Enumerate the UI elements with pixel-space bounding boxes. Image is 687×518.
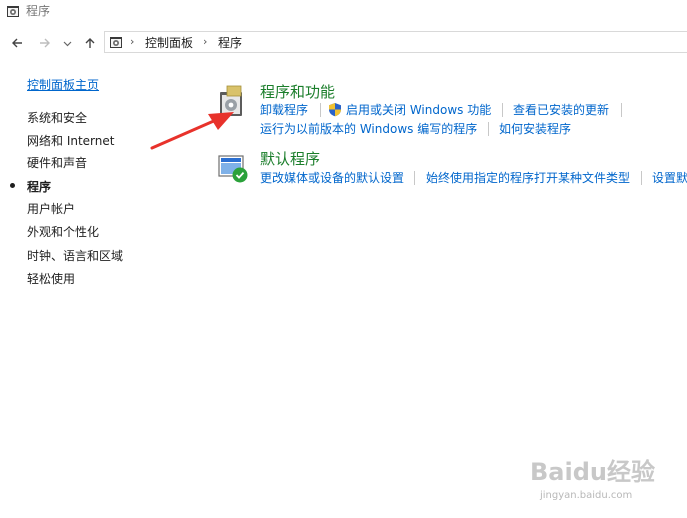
task-windows-features[interactable]: 启用或关闭 Windows 功能 [346,103,491,117]
control-panel-icon [110,37,122,48]
chevron-down-icon [63,41,71,46]
task-divider [641,171,642,185]
baidu-watermark: Baidu经验 jingyan.baidu.com [530,458,680,508]
back-button[interactable] [8,34,26,52]
sidebar-item-appearance[interactable]: 外观和个性化 [27,224,99,240]
breadcrumb-chevron-icon: › [130,35,135,48]
task-divider [414,171,415,185]
sidebar-item-programs[interactable]: 程序 [27,179,51,195]
current-item-bullet [10,183,15,188]
watermark-main-text: Baidu经验 [530,458,655,486]
sidebar-home-link[interactable]: 控制面板主页 [27,77,99,93]
task-media-device-defaults[interactable]: 更改媒体或设备的默认设置 [260,171,404,185]
window-title: 程序 [26,4,51,18]
address-bar[interactable]: › 控制面板 › 程序 [104,31,687,53]
task-uninstall-program[interactable]: 卸载程序 [260,103,308,117]
up-button[interactable] [81,34,99,52]
section-title-default-programs[interactable]: 默认程序 [260,150,320,168]
default-programs-icon[interactable] [218,154,250,184]
task-compatibility-mode[interactable]: 运行为以前版本的 Windows 编写的程序 [260,122,477,136]
section-title-programs-features[interactable]: 程序和功能 [260,83,335,101]
sidebar-item-hardware-sound[interactable]: 硬件和声音 [27,155,87,171]
control-panel-icon [7,6,19,17]
sidebar-item-clock-region[interactable]: 时钟、语言和区域 [27,248,123,264]
breadcrumb-chevron-icon: › [203,35,208,48]
task-divider [488,122,489,136]
forward-button[interactable] [36,34,54,52]
task-divider [502,103,503,117]
task-divider [320,103,321,117]
annotation-arrow-icon [150,112,234,150]
arrow-left-icon [12,38,22,48]
watermark-url-text: jingyan.baidu.com [540,490,633,501]
task-divider [621,103,622,117]
arrow-right-icon [40,38,50,48]
title-bar: 程序 [0,0,687,24]
sidebar-item-user-accounts[interactable]: 用户帐户 [27,201,75,217]
breadcrumb-programs[interactable]: 程序 [218,36,242,50]
sidebar-item-system-security[interactable]: 系统和安全 [27,110,87,126]
arrow-up-icon [85,38,95,48]
task-how-to-install[interactable]: 如何安装程序 [499,122,571,136]
sidebar-item-network[interactable]: 网络和 Internet [27,133,114,149]
breadcrumb-control-panel[interactable]: 控制面板 [145,36,193,50]
task-view-installed-updates[interactable]: 查看已安装的更新 [513,103,609,117]
task-set-defaults[interactable]: 设置默 [652,171,687,185]
recent-locations-button[interactable] [61,34,73,52]
uac-shield-icon [329,103,341,117]
sidebar-item-ease-of-access[interactable]: 轻松使用 [27,271,75,287]
task-file-type-association[interactable]: 始终使用指定的程序打开某种文件类型 [426,171,630,185]
